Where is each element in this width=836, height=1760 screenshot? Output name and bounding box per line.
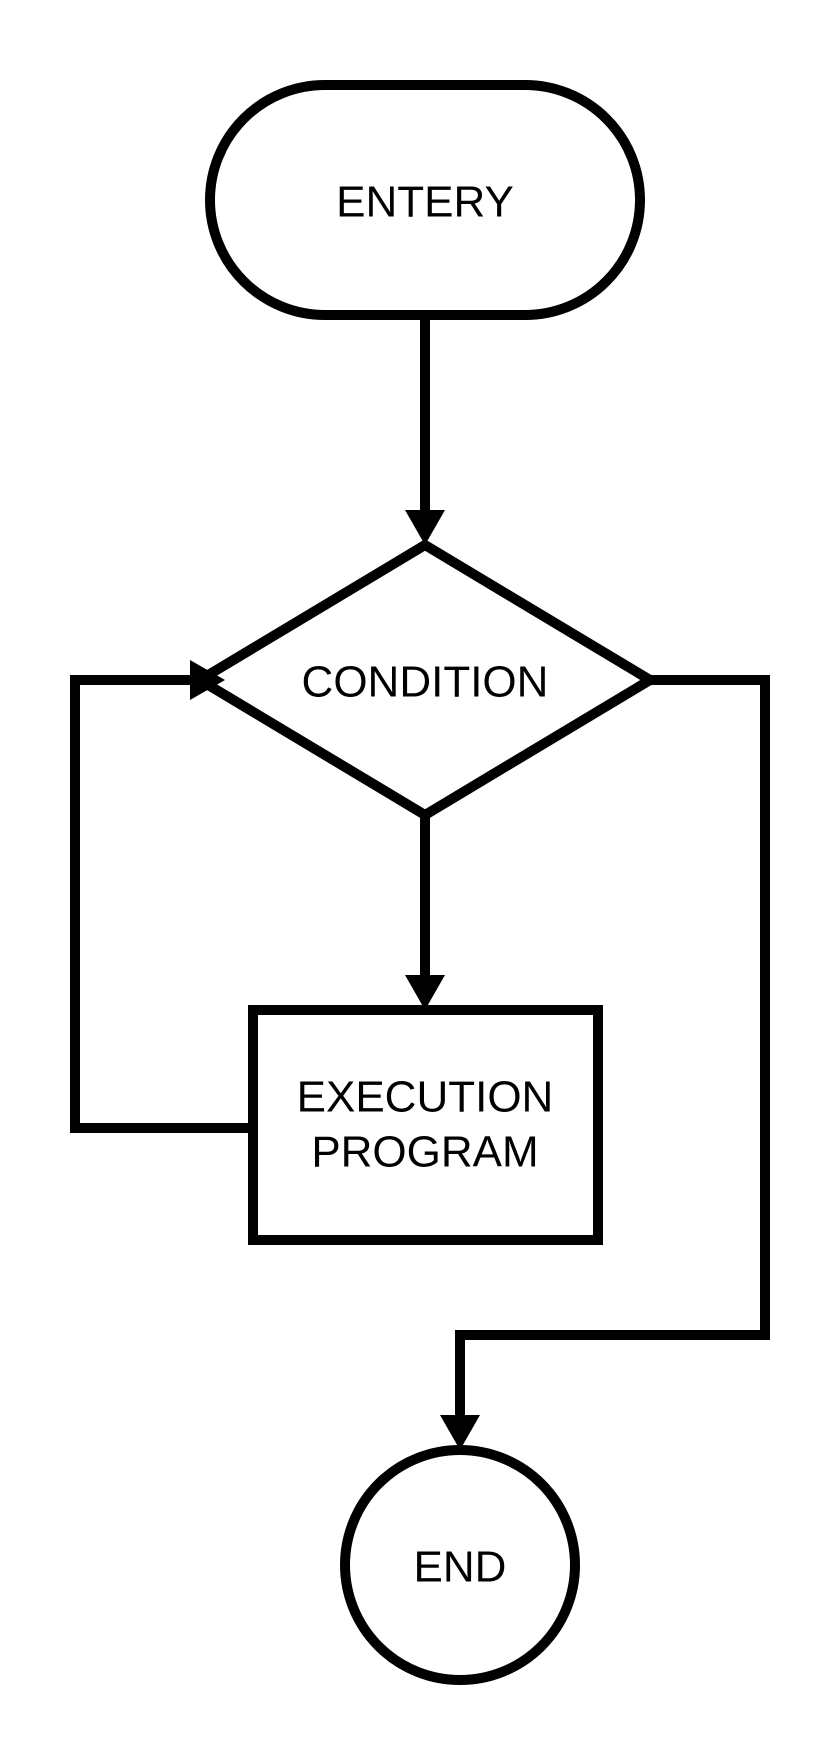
edge-entry-to-condition: [405, 315, 445, 545]
condition-node: CONDITION: [200, 545, 650, 815]
end-label: END: [414, 1543, 507, 1592]
entry-label: ENTERY: [336, 178, 514, 227]
edge-execution-loop-to-condition: [75, 660, 253, 1128]
entry-node: ENTERY: [210, 85, 640, 315]
execution-label-line2: PROGRAM: [311, 1128, 538, 1177]
condition-label: CONDITION: [302, 658, 549, 707]
edge-condition-to-execution: [405, 815, 445, 1010]
end-node: END: [345, 1450, 575, 1680]
execution-node: EXECUTION PROGRAM: [253, 1010, 598, 1240]
flowchart-diagram: ENTERY CONDITION EXECUTION PROGRAM END: [0, 0, 836, 1760]
execution-label-line1: EXECUTION: [297, 1073, 554, 1122]
